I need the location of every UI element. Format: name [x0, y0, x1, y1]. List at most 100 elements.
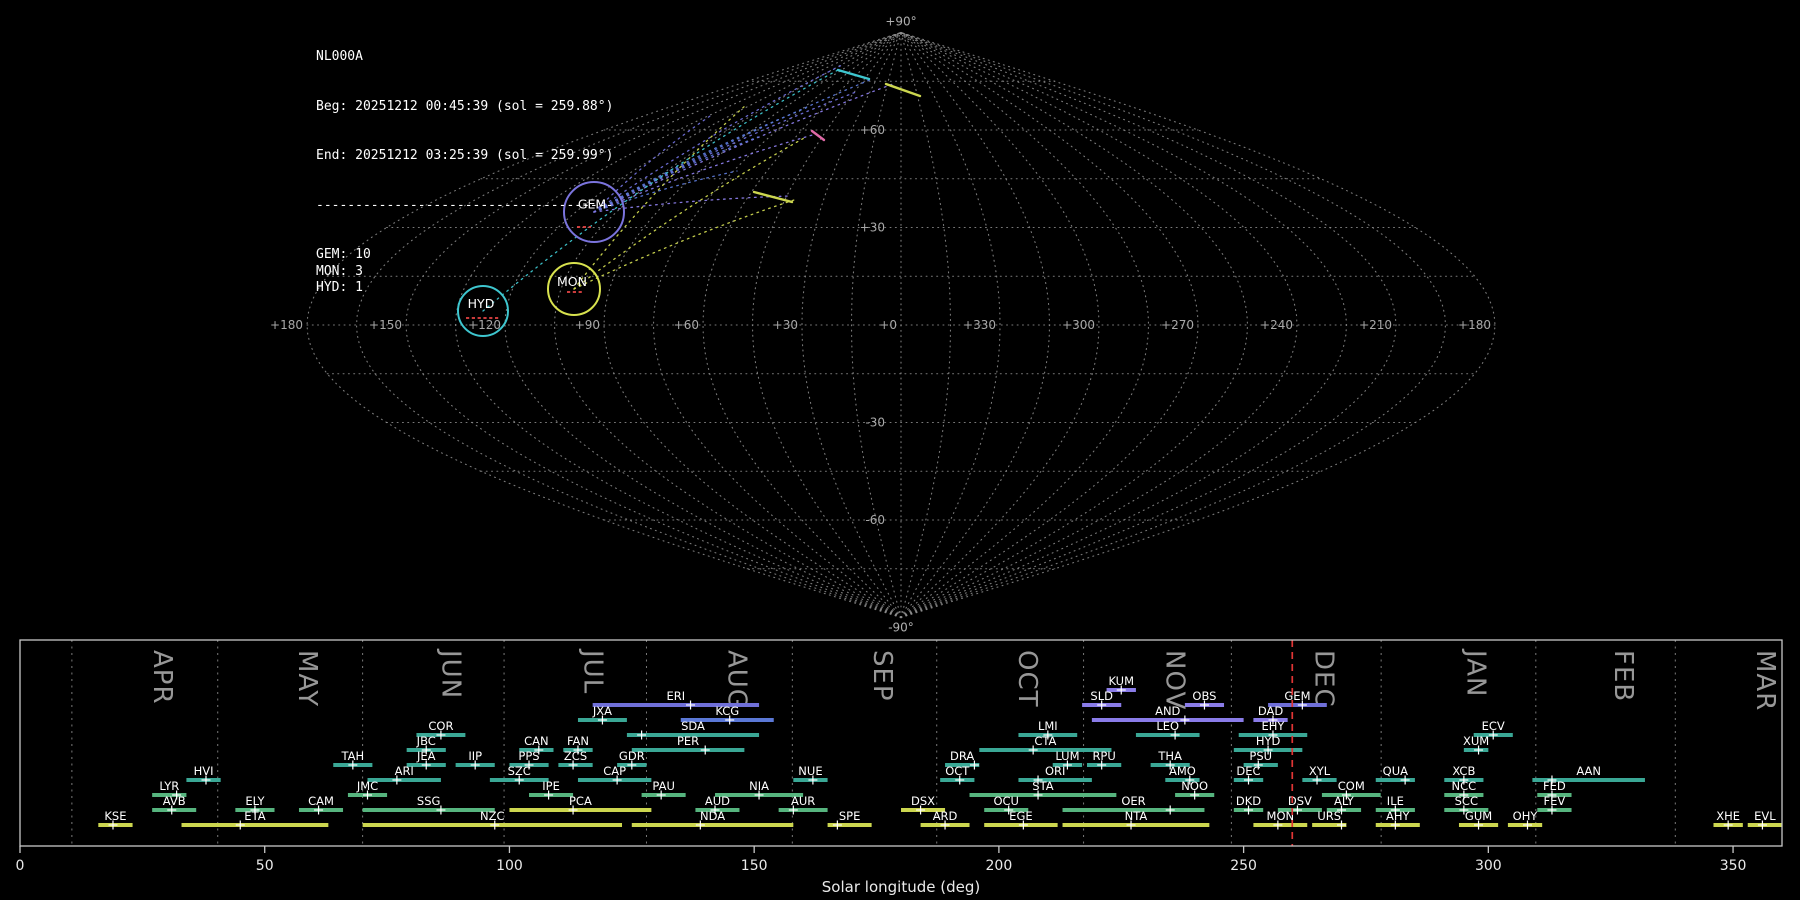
- longitude-label: +60: [674, 318, 699, 332]
- shower-label-urs: URS: [1317, 809, 1341, 823]
- station-code: NL000A: [316, 49, 363, 64]
- shower-label-nia: NIA: [749, 779, 769, 793]
- shower-label-and: AND: [1155, 704, 1180, 718]
- month-label-dec: DEC: [1308, 650, 1338, 708]
- shower-label-dsx: DSX: [911, 794, 935, 808]
- shower-label-nta: NTA: [1125, 809, 1148, 823]
- meteor-trajectory: [593, 78, 873, 213]
- shower-label-aud: AUD: [705, 794, 730, 808]
- shower-label-fev: FEV: [1544, 794, 1566, 808]
- shower-label-sta: STA: [1032, 779, 1053, 793]
- shower-label-noo: NOO: [1181, 779, 1208, 793]
- meteor-segment: [752, 190, 794, 204]
- shower-label-per: PER: [677, 734, 699, 748]
- shower-label-zcs: ZCS: [564, 749, 587, 763]
- pole-label-south: -90°: [888, 621, 914, 635]
- shower-label-amo: AMO: [1169, 764, 1196, 778]
- shower-label-cam: CAM: [308, 794, 334, 808]
- shower-label-jxa: JXA: [592, 704, 612, 718]
- month-label-jun: JUN: [436, 648, 466, 699]
- month-label-mar: MAR: [1750, 650, 1780, 711]
- shower-label-xum: XUM: [1463, 734, 1489, 748]
- meteor-trajectory: [593, 136, 759, 213]
- sky-grid-meridian: [900, 31, 1298, 619]
- meteor-segment: [810, 129, 826, 142]
- shower-label-scc: SCC: [1455, 794, 1478, 808]
- shower-label-kse: KSE: [104, 809, 126, 823]
- longitude-label: +300: [1062, 318, 1095, 332]
- shower-label-nue: NUE: [798, 764, 822, 778]
- shower-label-aan: AAN: [1576, 764, 1601, 778]
- longitude-label: +180: [270, 318, 303, 332]
- shower-label-pau: PAU: [652, 779, 674, 793]
- shower-label-obs: OBS: [1192, 689, 1216, 703]
- shower-label-oct: OCT: [945, 764, 970, 778]
- x-tick-label: 200: [986, 858, 1013, 874]
- month-label-jul: JUL: [578, 648, 608, 694]
- shower-label-nzc: NZC: [480, 809, 505, 823]
- shower-label-ege: EGE: [1009, 809, 1032, 823]
- shower-label-tah: TAH: [340, 749, 364, 763]
- x-tick-label: 100: [496, 858, 523, 874]
- shower-label-hvi: HVI: [194, 764, 214, 778]
- shower-label-xyl: XYL: [1309, 764, 1331, 778]
- shower-label-oer: OER: [1121, 794, 1145, 808]
- observation-info-block: NL000A Beg: 20251212 00:45:39 (sol = 259…: [316, 16, 613, 330]
- shower-label-cta: CTA: [1034, 734, 1056, 748]
- month-label-nov: NOV: [1159, 650, 1189, 710]
- shower-label-ocu: OCU: [993, 794, 1019, 808]
- shower-label-lyr: LYR: [159, 779, 179, 793]
- shower-label-gum: GUM: [1465, 809, 1492, 823]
- shower-label-com: COM: [1338, 779, 1365, 793]
- shower-count-line: MON: 3: [316, 263, 363, 279]
- shower-label-xhe: XHE: [1716, 809, 1740, 823]
- shower-label-jbc: JBC: [416, 734, 436, 748]
- shower-label-ssg: SSG: [417, 794, 441, 808]
- longitude-label: +240: [1260, 318, 1293, 332]
- x-tick-label: 0: [16, 858, 25, 874]
- month-label-apr: APR: [147, 650, 177, 705]
- longitude-label: +330: [963, 318, 996, 332]
- shower-label-ile: ILE: [1387, 794, 1404, 808]
- shower-label-qua: QUA: [1383, 764, 1408, 778]
- shower-label-ely: ELY: [245, 794, 265, 808]
- shower-label-ard: ARD: [933, 809, 958, 823]
- pole-label-north: +90°: [885, 15, 916, 29]
- latitude-label: +30: [860, 221, 885, 235]
- shower-label-tha: THA: [1157, 749, 1182, 763]
- shower-label-lum: LUM: [1055, 749, 1079, 763]
- x-tick-label: 300: [1475, 858, 1502, 874]
- shower-label-szc: SZC: [508, 764, 531, 778]
- shower-label-gdr: GDR: [619, 749, 645, 763]
- sky-map-and-activity-plot: +90°-90°+60+30-30-60+180 +150 +120 +90 +60 +3…: [16, 15, 1783, 896]
- shower-label-hyd: HYD: [1256, 734, 1281, 748]
- shower-label-mon: MON: [1267, 809, 1295, 823]
- month-label-jan: JAN: [1460, 648, 1490, 697]
- latitude-label: -60: [865, 513, 885, 527]
- shower-label-dec: DEC: [1236, 764, 1260, 778]
- shower-label-dra: DRA: [950, 749, 974, 763]
- shower-label-sda: SDA: [681, 719, 705, 733]
- shower-label-ari: ARI: [395, 764, 414, 778]
- shower-label-ohy: OHY: [1513, 809, 1539, 823]
- month-label-may: MAY: [292, 650, 322, 707]
- shower-label-ipe: IPE: [542, 779, 560, 793]
- x-tick-label: 150: [741, 858, 768, 874]
- shower-label-kcg: KCG: [715, 704, 739, 718]
- longitude-label: +0: [879, 318, 897, 332]
- begin-time-line: Beg: 20251212 00:45:39 (sol = 259.88°): [316, 98, 614, 114]
- shower-label-eta: ETA: [244, 809, 265, 823]
- shower-label-dad: DAD: [1258, 704, 1284, 718]
- longitude-label: +180: [1458, 318, 1491, 332]
- shower-label-pps: PPS: [518, 749, 539, 763]
- meteor-segment: [836, 68, 871, 81]
- shower-label-jea: JEA: [416, 749, 436, 763]
- radiant-map-screen: +90° -90° +60 +30 -30 -60 +180 +150 +120 +90 +60 +3…: [0, 0, 1800, 900]
- shower-label-sld: SLD: [1090, 689, 1113, 703]
- shower-label-lmi: LMI: [1038, 719, 1058, 733]
- month-label-sep: SEP: [867, 650, 897, 702]
- shower-label-ahy: AHY: [1386, 809, 1411, 823]
- longitude-label: +30: [773, 318, 798, 332]
- shower-label-spe: SPE: [839, 809, 861, 823]
- shower-label-gem: GEM: [1284, 689, 1310, 703]
